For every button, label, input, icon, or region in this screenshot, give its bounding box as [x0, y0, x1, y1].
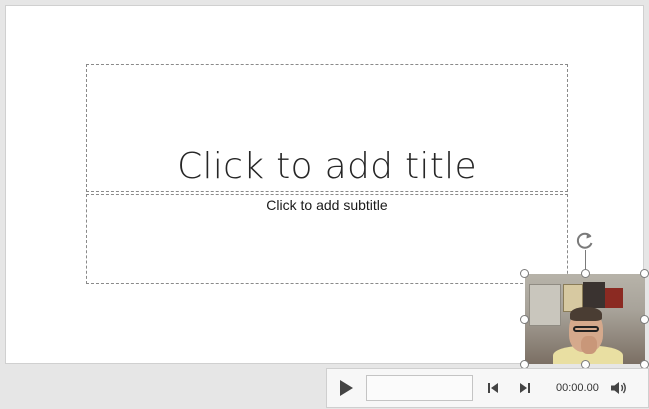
- step-forward-icon: [520, 383, 530, 393]
- title-placeholder[interactable]: Click to add title: [86, 64, 568, 192]
- subtitle-placeholder[interactable]: Click to add subtitle: [86, 194, 568, 284]
- resize-handle-left[interactable]: [520, 315, 529, 324]
- video-frame[interactable]: [525, 274, 645, 364]
- video-dark-object: [583, 282, 605, 308]
- resize-handle-top[interactable]: [581, 269, 590, 278]
- video-person-hand: [581, 336, 597, 354]
- video-person-hair: [570, 307, 602, 321]
- play-icon: [340, 380, 353, 396]
- play-button[interactable]: [335, 377, 357, 399]
- rotate-handle-icon[interactable]: [574, 230, 596, 252]
- step-back-icon: [488, 383, 498, 393]
- volume-icon: [611, 382, 626, 394]
- resize-handle-right[interactable]: [640, 315, 649, 324]
- video-person-glasses: [573, 326, 599, 332]
- step-forward-button[interactable]: [518, 381, 532, 395]
- progress-bar[interactable]: [366, 375, 473, 401]
- subtitle-placeholder-text: Click to add subtitle: [266, 197, 388, 213]
- resize-handle-top-right[interactable]: [640, 269, 649, 278]
- video-bookshelf: [529, 284, 561, 326]
- title-placeholder-text: Click to add title: [177, 146, 477, 187]
- rotate-connector: [585, 250, 586, 270]
- media-controls: 00:00.00: [326, 368, 649, 408]
- step-back-button[interactable]: [486, 381, 500, 395]
- volume-button[interactable]: [610, 380, 628, 396]
- time-display: 00:00.00: [556, 382, 599, 394]
- video-red-object: [605, 288, 623, 308]
- resize-handle-top-left[interactable]: [520, 269, 529, 278]
